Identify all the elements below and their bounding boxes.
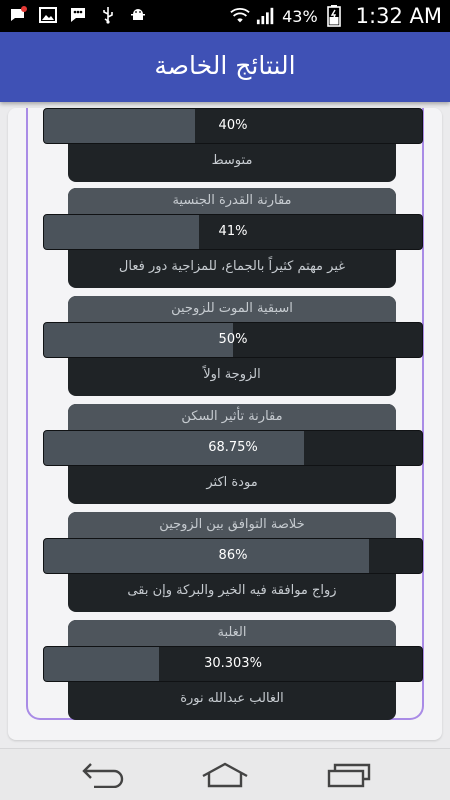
notification-icons [8,5,148,25]
recent-apps-icon [327,763,371,788]
result-percent: 30.303% [204,656,262,671]
result-percent: 86% [218,548,248,563]
result-item: الغلبة الغالب عبدالله نورة 30.303% [34,620,423,720]
result-title: مقارنة تأثير السكن [181,409,283,424]
result-title: مقارنة القدرة الجنسية [172,193,292,208]
result-percent: 68.75% [208,440,258,455]
result-title: اسبقية الموت للزوجين [171,301,293,316]
result-percent: 41% [218,224,248,239]
result-item: اسبقية الموت للزوجين الزوجة اولاً 50% [34,296,423,396]
result-progress-bar: 41% [43,214,423,250]
image-icon [38,5,58,25]
app-bar: النتائج الخاصة [0,32,450,102]
result-progress-bar: 50% [43,322,423,358]
back-arrow-icon [82,763,124,788]
battery-percent: 43% [282,6,318,26]
result-item: مقارنة القدرة الجنسية غير مهتم كثيراً با… [34,188,423,288]
system-status: 43% 1:32 AM [230,0,442,32]
wifi-icon [230,6,250,26]
result-caption: غير مهتم كثيراً بالجماع، للمزاجية دور فع… [118,259,346,274]
result-caption: الزوجة اولاً [203,367,261,382]
result-percent: 40% [218,118,248,133]
status-bar: 43% 1:32 AM [0,0,450,32]
result-caption: الغالب عبدالله نورة [180,691,284,706]
result-title: خلاصة التوافق بين الزوجين [159,517,305,532]
result-progress-bar: 40% [43,108,423,144]
home-icon [202,762,248,788]
clock: 1:32 AM [355,4,442,28]
result-item: متوسط 40% [34,108,423,182]
page-title: النتائج الخاصة [154,51,296,80]
result-caption: متوسط [211,153,253,168]
recent-apps-button[interactable] [324,759,374,791]
bbm-icon [68,5,88,25]
battery-charging-icon [324,5,344,27]
result-item: مقارنة تأثير السكن مودة اكثر 68.75% [34,404,423,504]
result-progress-bar: 30.303% [43,646,423,682]
result-caption: زواج موافقة فيه الخير والبركة وإن بقى [127,583,337,598]
home-button[interactable] [200,759,250,791]
result-progress-bar: 86% [43,538,423,574]
result-percent: 50% [218,332,248,347]
result-title: الغلبة [217,625,247,640]
signal-icon [256,6,276,26]
usb-icon [98,5,118,25]
result-progress-bar: 68.75% [43,430,423,466]
result-caption: مودة اكثر [206,475,258,490]
chat-notification-icon [8,5,28,25]
android-debug-icon [128,5,148,25]
result-item: خلاصة التوافق بين الزوجين زواج موافقة في… [34,512,423,612]
results-list[interactable]: متوسط 40% مقارنة القدرة الجنسية غير مهتم… [8,108,442,740]
system-nav-bar [0,748,450,800]
back-button[interactable] [78,759,128,791]
